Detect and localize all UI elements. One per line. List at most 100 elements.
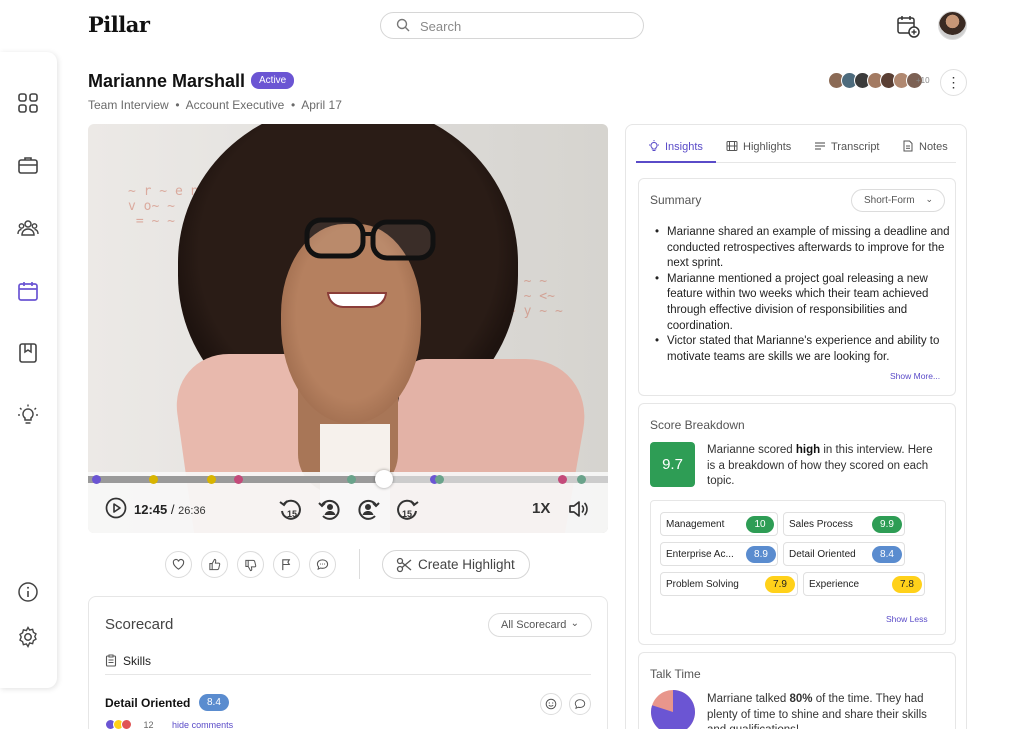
flag-icon — [282, 559, 291, 571]
tab-insights[interactable]: Insights — [648, 140, 703, 153]
topic-score: 8.4 — [872, 546, 902, 563]
settings-gear-icon[interactable] — [17, 626, 39, 648]
lightbulb-icon[interactable] — [17, 404, 39, 426]
next-speaker-icon[interactable] — [355, 496, 381, 522]
previous-speaker-icon[interactable] — [317, 496, 343, 522]
bookmark-book-icon[interactable] — [17, 342, 39, 364]
time-separator: / — [170, 502, 175, 517]
calendar-icon[interactable] — [17, 280, 39, 302]
topic-score: 7.9 — [765, 576, 795, 593]
show-more-link[interactable]: Show More... — [890, 371, 940, 381]
topic-name: Experience — [809, 579, 860, 590]
search-icon — [396, 18, 410, 32]
topic-score: 7.8 — [892, 576, 922, 593]
timeline-marker[interactable] — [234, 475, 243, 484]
timeline-marker[interactable] — [347, 475, 356, 484]
scorecard-item-footer: 12 hide comments — [105, 719, 233, 729]
summary-bullet: Marianne mentioned a project goal releas… — [655, 272, 951, 334]
hide-comments-link[interactable]: hide comments — [172, 720, 233, 729]
topic-score-chip[interactable]: Detail Oriented 8.4 — [783, 542, 905, 566]
summary-title: Summary — [650, 193, 702, 207]
reaction-emojis — [105, 719, 141, 729]
interview-meta: Team Interview • Account Executive • Apr… — [88, 98, 342, 112]
play-icon[interactable] — [105, 497, 127, 519]
talk-text-pre: Marriane talked — [707, 693, 790, 705]
summary-bullet: Victor stated that Marianne's experience… — [655, 334, 951, 365]
tab-notes[interactable]: Notes — [902, 140, 948, 153]
interview-date: April 17 — [301, 98, 342, 112]
timeline-marker[interactable] — [149, 475, 158, 484]
calendar-add-icon[interactable] — [896, 14, 920, 38]
interview-type: Team Interview — [88, 98, 169, 112]
topic-score-grid: Management 10 Sales Process 9.9 Enterpri… — [650, 500, 946, 635]
more-options-button[interactable]: ⋮ — [940, 69, 967, 96]
flag-button[interactable] — [273, 551, 300, 578]
show-less-link[interactable]: Show Less — [886, 614, 928, 624]
scorecard-item-score: 8.4 — [199, 694, 229, 711]
topic-score-chip[interactable]: Problem Solving 7.9 — [660, 572, 798, 596]
video-player[interactable]: ~ r ~ e nv o~ ~ = ~ ~ r ~ ~ ~ x ~ <~ ~ y ~… — [88, 124, 608, 533]
timeline-marker[interactable] — [92, 475, 101, 484]
tab-transcript[interactable]: Transcript — [814, 140, 880, 153]
scorecard-filter-dropdown[interactable]: All Scorecard ⌄ — [488, 613, 592, 637]
timeline-marker[interactable] — [558, 475, 567, 484]
summary-bullets: Marianne shared an example of missing a … — [655, 225, 951, 365]
search-input[interactable]: Search — [380, 12, 644, 39]
topic-name: Management — [666, 519, 725, 530]
info-icon[interactable] — [17, 581, 39, 603]
note-icon — [903, 140, 913, 152]
topic-name: Enterprise Ac... — [666, 549, 734, 560]
tab-label: Highlights — [743, 141, 792, 153]
score-breakdown-card: Score Breakdown 9.7 Marianne scored high… — [638, 403, 956, 645]
tab-highlights[interactable]: Highlights — [726, 140, 791, 153]
flag-reaction-icon — [121, 719, 132, 729]
playback-speed-button[interactable]: 1X — [532, 500, 550, 517]
scorecard-filter-value: All Scorecard — [501, 619, 567, 631]
dashboard-grid-icon[interactable] — [17, 92, 39, 114]
tab-label: Insights — [665, 141, 703, 153]
like-heart-button[interactable] — [165, 551, 192, 578]
timeline-marker[interactable] — [207, 475, 216, 484]
talk-time-title: Talk Time — [650, 667, 701, 681]
topic-score: 9.9 — [872, 516, 902, 533]
topic-score-chip[interactable]: Enterprise Ac... 8.9 — [660, 542, 778, 566]
chevron-down-icon: ⌄ — [570, 618, 579, 629]
emoji-react-button[interactable] — [540, 693, 562, 715]
thumbs-down-button[interactable] — [237, 551, 264, 578]
heart-icon — [172, 558, 185, 570]
playback-time: 12:45 / 26:36 — [134, 502, 206, 517]
participant-avatars[interactable]: +10 — [828, 72, 930, 90]
volume-icon[interactable] — [567, 498, 591, 520]
user-avatar[interactable] — [938, 11, 967, 40]
score-text-pre: Marianne scored — [707, 444, 796, 456]
topic-score-chip[interactable]: Sales Process 9.9 — [783, 512, 905, 536]
create-highlight-button[interactable]: Create Highlight — [382, 550, 530, 579]
insights-panel: Insights Highlights Transcript Notes Sum… — [625, 124, 967, 729]
duration: 26:36 — [178, 505, 206, 517]
forward-15-icon[interactable]: 15 — [394, 496, 420, 522]
talk-time-text: Marriane talked 80% of the time. They ha… — [707, 692, 943, 729]
team-icon[interactable] — [17, 217, 39, 239]
comment-button[interactable] — [309, 551, 336, 578]
timeline-marker[interactable] — [435, 475, 444, 484]
scorecard-comment-button[interactable] — [569, 693, 591, 715]
top-bar: Pillar Search — [0, 0, 1024, 52]
score-summary-text: Marianne scored high in this interview. … — [707, 443, 937, 490]
topic-score-chip[interactable]: Experience 7.8 — [803, 572, 925, 596]
topic-score-chip[interactable]: Management 10 — [660, 512, 778, 536]
candidate-name: Marianne Marshall — [88, 71, 246, 91]
thumbs-up-button[interactable] — [201, 551, 228, 578]
meta-separator: • — [287, 98, 299, 112]
rewind-15-icon[interactable]: 15 — [278, 496, 304, 522]
comment-icon — [316, 559, 329, 571]
topic-name: Problem Solving — [666, 579, 739, 590]
lightbulb-icon — [649, 140, 659, 151]
create-highlight-label: Create Highlight — [418, 557, 515, 572]
briefcase-icon[interactable] — [17, 154, 39, 176]
scorecard-title: Scorecard — [105, 616, 174, 633]
rewind-seconds: 15 — [287, 509, 297, 519]
scorecard-item-name: Detail Oriented — [105, 696, 191, 710]
app-logo[interactable]: Pillar — [88, 12, 150, 37]
summary-format-dropdown[interactable]: Short-Form ⌄ — [851, 189, 945, 212]
timeline-marker[interactable] — [577, 475, 586, 484]
